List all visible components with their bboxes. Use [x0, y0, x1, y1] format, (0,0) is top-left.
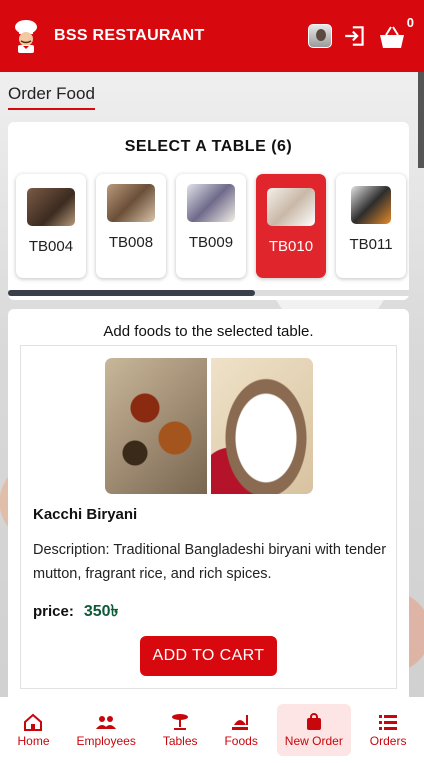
table-tile-tb008[interactable]: TB008 — [96, 174, 166, 278]
nav-label: Foods — [224, 733, 258, 748]
nav-item-orders[interactable]: Orders — [362, 704, 415, 756]
basket-icon — [380, 26, 404, 48]
food-image — [105, 358, 313, 494]
nav-label: Employees — [76, 733, 136, 748]
price-value: 350৳ — [83, 603, 119, 620]
food-item: Kacchi Biryani Description: Traditional … — [20, 345, 397, 689]
list-icon — [379, 714, 398, 730]
nav-label: New Order — [284, 733, 343, 748]
people-icon — [96, 715, 117, 729]
logout-icon[interactable] — [342, 23, 368, 49]
food-card: Add foods to the selected table. Kacchi … — [8, 309, 409, 709]
table-tile-tb004[interactable]: TB004 — [16, 174, 86, 278]
table-label: TB009 — [188, 234, 234, 251]
nav-item-home[interactable]: Home — [9, 704, 57, 756]
table-thumbnail — [267, 188, 315, 226]
page-scrollbar[interactable] — [418, 72, 424, 168]
food-hint-text: Add foods to the selected table. — [103, 323, 314, 340]
page-title: Order Food — [8, 84, 95, 110]
table-tile-tb010[interactable]: TB010 — [256, 174, 326, 278]
chef-logo-icon — [15, 20, 37, 53]
bottom-nav: Home Employees Tables Foods New Order Or… — [0, 697, 424, 763]
table-label: TB008 — [108, 234, 154, 251]
table-label: TB004 — [28, 238, 74, 255]
nav-item-foods[interactable]: Foods — [216, 704, 265, 756]
nav-item-employees[interactable]: Employees — [68, 704, 143, 756]
nav-label: Tables — [162, 733, 198, 748]
cart-count-badge: 0 — [406, 15, 414, 30]
table-thumbnail — [187, 184, 235, 222]
food-description: Description: Traditional Bangladeshi bir… — [33, 542, 387, 582]
food-name: Kacchi Biryani — [33, 506, 138, 523]
food-icon — [232, 714, 249, 730]
table-tile-tb009[interactable]: TB009 — [176, 174, 246, 278]
price-label: price: — [33, 603, 74, 620]
table-select-heading: SELECT A TABLE (6) — [124, 138, 293, 155]
table-scroll-thumb[interactable] — [8, 290, 255, 296]
table-thumbnail — [27, 188, 75, 226]
home-icon — [24, 713, 43, 731]
table-thumbnail — [107, 184, 155, 222]
price-row: price: 350৳ — [33, 598, 119, 625]
user-avatar[interactable] — [308, 24, 332, 48]
table-select-card: SELECT A TABLE (6) TB004 TB008 TB009 TB0… — [8, 122, 409, 300]
table-icon — [172, 713, 189, 730]
table-thumbnail — [351, 186, 391, 224]
app-header: BSS RESTAURANT 0 — [0, 0, 424, 72]
app-title: BSS RESTAURANT — [54, 27, 205, 44]
nav-label: Orders — [369, 733, 407, 748]
table-tile-tb011[interactable]: TB011 — [336, 174, 406, 278]
table-list: TB004 TB008 TB009 TB010 TB011 — [16, 174, 406, 278]
table-label: TB011 — [349, 236, 393, 253]
nav-label: Home — [17, 733, 50, 748]
nav-item-tables[interactable]: Tables — [155, 704, 206, 756]
table-label: TB010 — [268, 238, 314, 255]
shopping-bag-icon — [306, 712, 321, 730]
add-to-cart-button[interactable]: ADD TO CART — [140, 636, 277, 676]
cart-button[interactable]: 0 — [378, 15, 414, 51]
nav-item-new-order[interactable]: New Order — [276, 704, 351, 756]
